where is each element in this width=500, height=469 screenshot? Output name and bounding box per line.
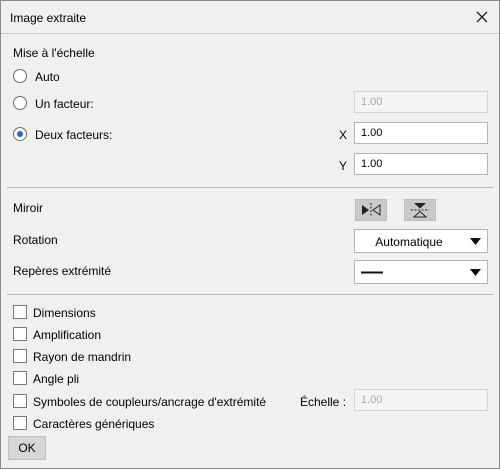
x-factor-input[interactable]: 1.00 xyxy=(354,122,488,144)
close-button[interactable] xyxy=(469,5,495,29)
single-factor-input[interactable]: 1.00 xyxy=(354,91,488,113)
y-factor-label: Y xyxy=(339,159,348,173)
checkbox-mandrel-radius-label: Rayon de mandrin xyxy=(33,350,132,364)
mirror-vertical-icon xyxy=(411,203,429,218)
mirror-label: Miroir xyxy=(13,201,43,215)
x-factor-label: X xyxy=(339,128,348,142)
mirror-vertical-button[interactable] xyxy=(404,199,436,221)
checkbox-generic-characters-label: Caractères génériques xyxy=(33,417,155,431)
title-bar: Image extraite xyxy=(1,1,499,34)
rotation-dropdown[interactable]: Automatique xyxy=(354,229,488,253)
radio-two-factors[interactable] xyxy=(13,127,27,141)
chevron-down-icon xyxy=(470,269,481,276)
end-marks-label: Repères extrémité xyxy=(13,264,112,278)
checkbox-bend-angle[interactable] xyxy=(13,371,27,385)
radio-single-factor-label: Un facteur: xyxy=(35,97,94,111)
mirror-horizontal-button[interactable] xyxy=(355,199,387,221)
line-style-solid-icon xyxy=(361,271,383,274)
close-icon xyxy=(476,11,488,23)
checkbox-bend-angle-label: Angle pli xyxy=(33,372,80,386)
divider xyxy=(7,187,493,188)
checkbox-coupler-symbols[interactable] xyxy=(13,394,27,408)
divider xyxy=(7,294,493,295)
checkbox-dimensions[interactable] xyxy=(13,305,27,319)
mirror-horizontal-icon xyxy=(362,203,381,217)
rotation-value: Automatique xyxy=(375,235,443,249)
scaling-section-label: Mise à l'échelle xyxy=(13,46,95,60)
checkbox-generic-characters[interactable] xyxy=(13,416,27,430)
chevron-down-icon xyxy=(470,238,481,245)
checkbox-mandrel-radius[interactable] xyxy=(13,349,27,363)
radio-auto-label: Auto xyxy=(35,70,60,84)
end-marks-dropdown[interactable] xyxy=(354,260,488,284)
window-title: Image extraite xyxy=(10,11,87,25)
checkbox-amplification[interactable] xyxy=(13,327,27,341)
checkbox-coupler-symbols-label: Symboles de coupleurs/ancrage d'extrémit… xyxy=(33,395,267,409)
scale-label: Échelle : xyxy=(300,395,347,409)
checkbox-dimensions-label: Dimensions xyxy=(33,306,96,320)
rotation-label: Rotation xyxy=(13,233,58,247)
radio-single-factor[interactable] xyxy=(13,96,27,110)
radio-two-factors-label: Deux facteurs: xyxy=(35,128,113,142)
radio-auto[interactable] xyxy=(13,69,27,83)
ok-button[interactable]: OK xyxy=(8,436,46,460)
dialog-window: Image extraite Mise à l'échelle Auto Un … xyxy=(0,0,500,469)
scale-input[interactable]: 1.00 xyxy=(354,389,488,411)
checkbox-amplification-label: Amplification xyxy=(33,328,102,342)
y-factor-input[interactable]: 1.00 xyxy=(354,153,488,175)
